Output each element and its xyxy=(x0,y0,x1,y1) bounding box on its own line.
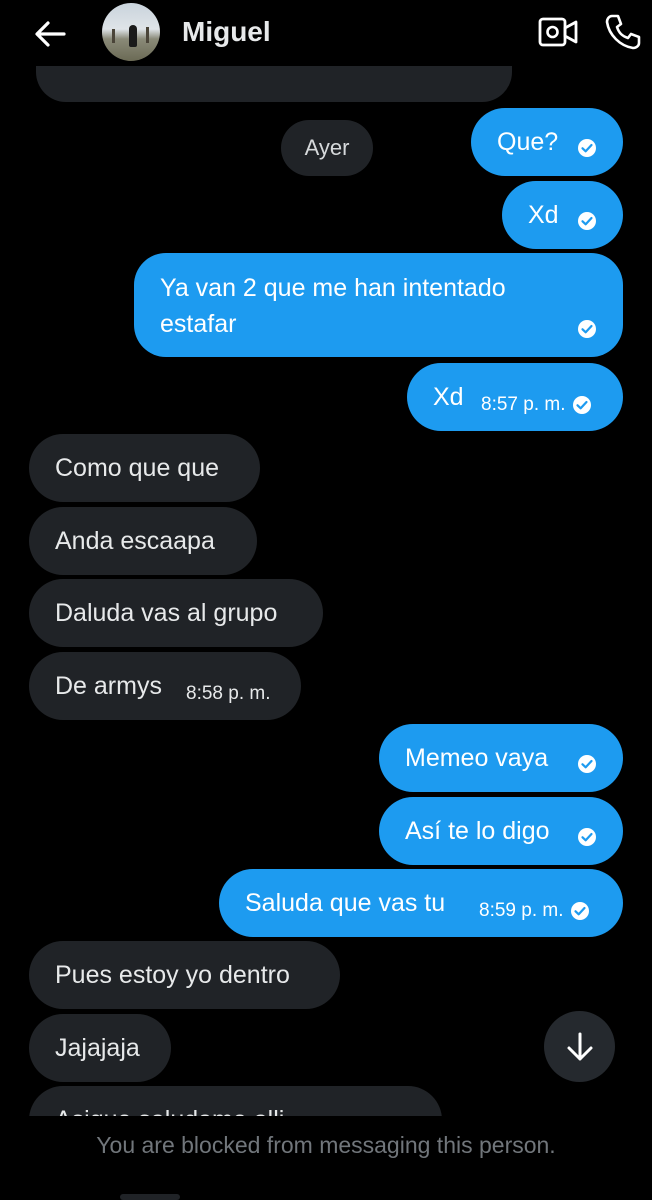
message-bubble-incoming[interactable]: Pues estoy yo dentro xyxy=(29,941,340,1009)
message-timestamp: 8:59 p. m. xyxy=(479,900,564,921)
avatar[interactable] xyxy=(102,3,160,61)
message-bubble-incoming[interactable]: Anda escaapa xyxy=(29,507,257,575)
message-text: Que? xyxy=(497,128,559,156)
message-text: Saluda que vas tu xyxy=(245,889,446,917)
day-separator: Ayer xyxy=(281,120,373,176)
message-bubble-outgoing[interactable]: Saluda que vas tu 8:59 p. m. xyxy=(219,869,623,937)
video-camera-icon[interactable] xyxy=(537,14,579,50)
message-bubble-partial xyxy=(36,66,512,102)
read-check-icon xyxy=(572,396,591,414)
phone-icon[interactable] xyxy=(603,12,643,52)
message-bubble-outgoing[interactable]: Que? xyxy=(471,108,623,176)
message-meta: 8:58 p. m. xyxy=(186,676,271,712)
message-text: Ya van 2 que me han intentado estafar xyxy=(160,274,506,338)
composer-area: You are blocked from messaging this pers… xyxy=(0,1116,652,1200)
message-text: Memeo vaya xyxy=(405,744,549,772)
message-bubble-outgoing[interactable]: Xd 8:57 p. m. xyxy=(407,363,623,431)
read-check-icon xyxy=(578,828,596,846)
message-text: Jajajaja xyxy=(55,1034,140,1062)
message-bubble-outgoing[interactable]: Así te lo digo xyxy=(379,797,623,865)
read-check-icon xyxy=(570,902,589,920)
message-bubble-outgoing[interactable]: Ya van 2 que me han intentado estafar xyxy=(134,253,623,357)
arrow-left-icon[interactable] xyxy=(30,14,70,54)
contact-name[interactable]: Miguel xyxy=(182,16,271,48)
message-text: De armys xyxy=(55,672,162,700)
read-check-icon xyxy=(578,320,596,338)
message-timestamp: 8:57 p. m. xyxy=(481,394,566,415)
message-bubble-incoming[interactable]: Jajajaja xyxy=(29,1014,171,1082)
message-meta: 8:57 p. m. xyxy=(481,387,592,423)
chat-header: Miguel xyxy=(0,0,652,66)
message-bubble-incoming[interactable]: De armys 8:58 p. m. xyxy=(29,652,301,720)
message-text: Anda escaapa xyxy=(55,527,215,555)
arrow-down-icon xyxy=(567,1032,592,1060)
message-bubble-outgoing[interactable]: Xd xyxy=(502,181,623,249)
message-text: Xd xyxy=(528,201,559,229)
message-meta: 8:59 p. m. xyxy=(479,893,590,929)
message-bubble-incoming[interactable]: Como que que xyxy=(29,434,260,502)
blocked-notice: You are blocked from messaging this pers… xyxy=(96,1132,556,1158)
message-bubble-incoming[interactable]: Daluda vas al grupo xyxy=(29,579,323,647)
scroll-to-bottom-button[interactable] xyxy=(544,1011,615,1082)
message-text: Xd xyxy=(433,383,464,411)
message-text: Así te lo digo xyxy=(405,817,550,845)
message-text: Como que que xyxy=(55,454,220,482)
read-check-icon xyxy=(578,212,596,230)
read-check-icon xyxy=(578,755,596,773)
message-text: Daluda vas al grupo xyxy=(55,599,278,627)
footer-bar xyxy=(120,1194,180,1200)
message-text: Pues estoy yo dentro xyxy=(55,961,290,989)
message-bubble-outgoing[interactable]: Memeo vaya xyxy=(379,724,623,792)
read-check-icon xyxy=(578,139,596,157)
message-timestamp: 8:58 p. m. xyxy=(186,683,271,704)
